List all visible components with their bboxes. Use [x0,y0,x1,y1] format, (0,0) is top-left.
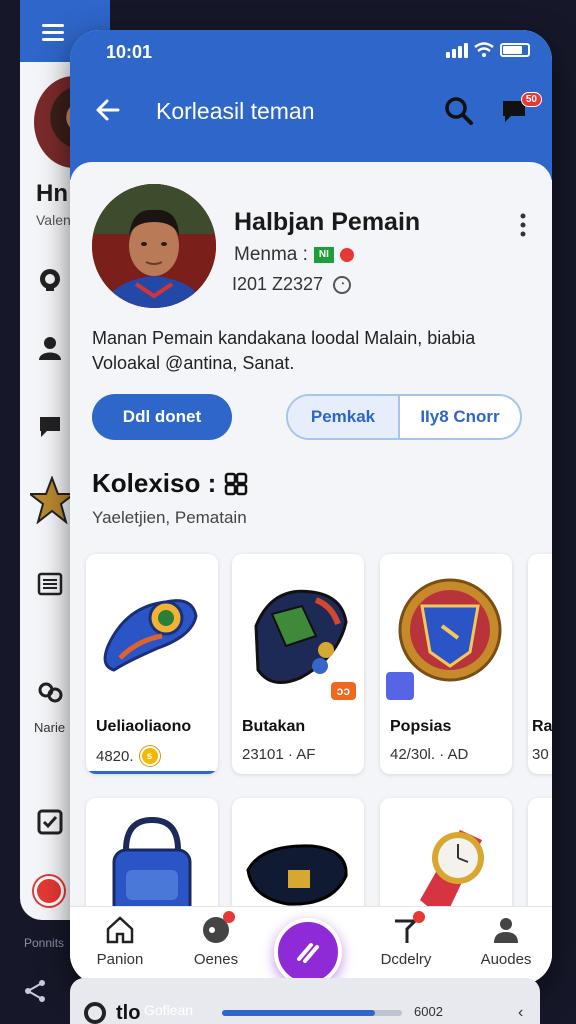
fab-button[interactable] [274,918,342,984]
app-header: 10:01 Korleasil teman 50 [70,30,552,180]
bag-item-image [112,816,192,918]
trophy-icon[interactable] [36,266,64,294]
item-tag-square [386,672,414,700]
status-time: 10:01 [106,42,153,62]
gamepad-icon [201,911,235,945]
collection-screen: 10:01 Korleasil teman 50 Halbjan Pemain … [70,30,552,984]
copy-id-icon[interactable]: ◔ [333,275,352,294]
page-title: Korleasil teman [156,98,315,124]
status-icons [446,42,530,58]
collection-item[interactable] [380,798,512,918]
segment-option-2[interactable]: IIy8 Cnorr [400,396,520,438]
media-time: 6002 [414,1004,443,1019]
item-meta: 4820. s [96,746,160,766]
nav-item-games[interactable]: Oenes [176,911,256,968]
chevron-left-icon[interactable]: ‹ [518,1004,523,1022]
background-bottom-label: Ponnits [24,936,65,950]
chat-icon[interactable] [36,412,64,440]
watch-item-image [420,830,484,918]
item-name: Butakan [242,718,306,735]
profile-name: Halbjan Pemain [234,208,421,236]
media-progress[interactable] [222,1010,402,1016]
collection-item[interactable]: Ra 30 [528,554,552,774]
item-meta: 42/30l. · AD [390,746,469,763]
profile-icon [491,915,521,945]
nav-label: Auodes [480,951,532,968]
item-meta-text: 4820. [96,747,134,765]
signal-icon [446,42,468,58]
share-icon[interactable] [22,978,48,1004]
collection-item[interactable] [86,798,218,918]
background-name: Hn [36,180,68,207]
home-icon [105,915,135,945]
collection-item[interactable]: Ueliaoliaono 4820. s [86,554,218,774]
collection-title: Kolexiso : [92,468,248,499]
nav-item-home[interactable]: Panion [80,915,160,968]
segment-control: Pemkak IIy8 Cnorr [286,394,522,440]
profile-id: I201 Z2327 ◔ [232,274,352,295]
profile-role: Menma : NI [234,244,354,266]
coin-icon: s [139,746,160,766]
menu-icon[interactable] [42,24,64,41]
more-options-icon[interactable] [518,212,528,238]
partial-item-image [530,566,552,706]
item-tag: ɔɔ [330,682,356,700]
battery-icon [500,43,530,57]
profile-avatar [92,184,216,308]
tool-icon [391,911,425,945]
record-ring-icon[interactable] [84,1002,106,1024]
item-meta: 23101 · AF [242,746,316,763]
item-name: Popsias [390,718,452,735]
nav-badge [413,911,425,923]
nav-badge [223,911,235,923]
back-arrow-icon[interactable] [94,96,122,124]
badge-star-icon[interactable] [30,476,74,524]
profile-role-label: Menma : [234,244,308,265]
background-sub: Valen [36,212,71,228]
profile-sheet: Halbjan Pemain Menma : NI I201 Z2327 ◔ M… [70,162,552,984]
media-label: Goflean [144,1002,194,1018]
segment-option-1[interactable]: Pemkak [288,396,400,438]
badge-item-image [103,599,198,672]
wallet-item-image [246,844,348,906]
wifi-icon [474,42,494,57]
media-prefix: tlo [116,1002,141,1024]
profile-id-text: I201 Z2327 [232,274,324,294]
collection-subtitle: Yaeletjien, Pematain [92,508,247,527]
profile-bio: Manan Pemain kandakana loodal Malain, bi… [92,328,476,373]
nav-label: Dcdelry [380,951,432,968]
item-name: Ueliaoliaono [96,718,192,735]
grid-icon [225,472,248,495]
person-icon[interactable] [36,334,64,362]
collection-item[interactable]: ɔɔ Butakan 23101 · AF [232,554,364,774]
media-progress-fill [222,1010,375,1016]
item-meta: 30 [532,746,549,763]
slash-icon [297,943,319,963]
status-dot [339,248,354,262]
nav-label: Oenes [193,951,239,968]
search-icon[interactable] [444,96,474,126]
background-label: Narie [34,720,66,735]
collection-item[interactable] [232,798,364,918]
collection-item[interactable] [528,798,552,918]
checkbox-icon[interactable] [36,808,64,836]
partial-item-image [530,810,552,890]
flag-icon: NI [313,247,334,263]
collection-title-text: Kolexiso : [92,468,217,498]
nav-item-profile[interactable]: Auodes [466,915,546,968]
chat-badge: 50 [520,92,542,107]
item-name: Ra [532,718,552,735]
group-icon[interactable] [36,680,64,708]
media-player-bar: tlo Goflean 6002 ‹ [70,978,540,1024]
list-icon[interactable] [36,570,64,598]
primary-action-button[interactable]: Ddl donet [92,394,232,440]
nav-label: Panion [96,951,144,968]
collection-item[interactable]: Popsias 42/30l. · AD [380,554,512,774]
nav-item-delivery[interactable]: Dcdelry [366,911,446,968]
record-icon[interactable] [34,876,64,906]
chat-button[interactable]: 50 [500,92,542,128]
